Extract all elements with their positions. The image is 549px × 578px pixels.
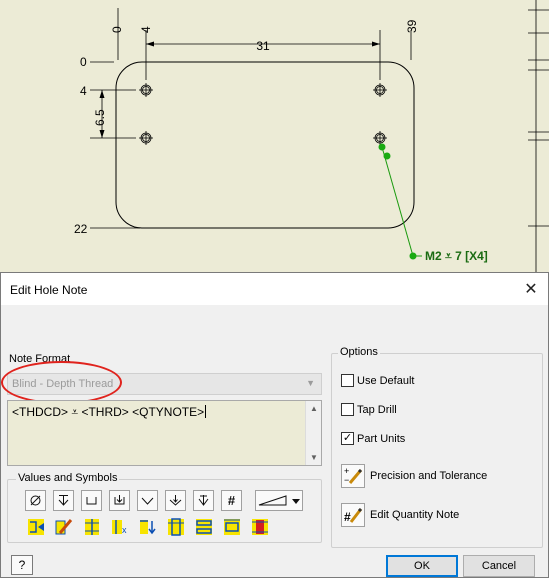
part-units-option[interactable]: ✓ Part Units: [341, 432, 405, 445]
dim-col-39: 39: [405, 19, 419, 33]
counterdrill-icon: [169, 495, 182, 506]
edit-quantity-note-icon: #: [344, 507, 363, 524]
values-symbols-group: Values and Symbols # x: [7, 472, 322, 543]
counterbore-symbol-button[interactable]: [81, 490, 102, 511]
help-button[interactable]: ?: [11, 555, 33, 575]
dim-vert-6-5: 6.5: [93, 109, 107, 126]
diameter-symbol-button[interactable]: [25, 490, 46, 511]
thread-value-icon: [28, 518, 44, 535]
spotface-value-icon: [224, 518, 240, 535]
spotface-symbol-button[interactable]: [109, 490, 130, 511]
quantity-value-button[interactable]: x: [109, 516, 131, 537]
options-group: Options Use Default Tap Drill ✓ Part Uni…: [331, 346, 543, 548]
dim-col-0: 0: [110, 26, 124, 33]
svg-text:#: #: [344, 510, 351, 524]
note-text-value: <THDCD> ⩡ <THRD> <QTYNOTE>: [12, 405, 205, 419]
scroll-down-icon[interactable]: ▼: [310, 453, 318, 462]
dim-row-22: 22: [74, 222, 88, 236]
use-default-label: Use Default: [357, 374, 415, 387]
tap-drill-option[interactable]: Tap Drill: [341, 403, 397, 416]
dialog-title: Edit Hole Note: [10, 283, 88, 297]
use-default-checkbox[interactable]: [341, 374, 354, 387]
thread-depth-symbol-button[interactable]: [193, 490, 214, 511]
hole-note-text: M2 ⩡ 7 [X4]: [425, 249, 488, 263]
leader-grip: [409, 252, 417, 260]
text-caret: [205, 405, 207, 418]
leader-grip: [383, 152, 391, 160]
side-view: [528, 0, 549, 272]
dim-31: 31: [256, 39, 270, 53]
dialog-titlebar[interactable]: Edit Hole Note ✕: [1, 273, 548, 305]
tolerance-value-icon: [252, 518, 268, 535]
thread-depth-icon: [198, 495, 209, 506]
tap-drill-checkbox[interactable]: [341, 403, 354, 416]
dim-col-4: 4: [139, 26, 153, 33]
note-format-label: Note Format: [9, 353, 71, 365]
drill-depth-value-icon: [140, 519, 156, 534]
depth-icon: [58, 495, 69, 506]
drill-depth-value-button[interactable]: [137, 516, 159, 537]
part-units-label: Part Units: [357, 432, 406, 445]
note-text-editor[interactable]: <THDCD> ⩡ <THRD> <QTYNOTE> ▲ ▼: [7, 400, 322, 466]
checkmark-icon: ✓: [342, 432, 353, 444]
counterbore-value-icon: [168, 517, 184, 536]
hole-depth-value-button[interactable]: [81, 516, 103, 537]
values-symbols-label: Values and Symbols: [16, 472, 120, 484]
edit-value-button[interactable]: [53, 516, 75, 537]
counterbore-icon: [86, 497, 97, 505]
close-button[interactable]: ✕: [520, 279, 542, 299]
help-icon: ?: [18, 558, 26, 572]
part-outline: [115, 61, 415, 229]
note-text-scrollbar[interactable]: ▲ ▼: [305, 401, 321, 465]
countersink-value-button[interactable]: [193, 516, 215, 537]
dim-row-0: 0: [80, 55, 87, 69]
scroll-up-icon[interactable]: ▲: [310, 404, 318, 413]
spotface-icon: [114, 495, 125, 505]
taper-icon: [258, 495, 300, 506]
ok-button[interactable]: OK: [386, 555, 458, 577]
quantity-value-icon: x: [112, 519, 127, 535]
tap-drill-label: Tap Drill: [357, 403, 397, 416]
counterdrill-symbol-button[interactable]: [165, 490, 186, 511]
edit-hole-note-dialog: Edit Hole Note ✕ Note Format Blind - Dep…: [0, 272, 549, 578]
precision-tolerance-icon: +−: [344, 466, 363, 485]
note-format-select[interactable]: Blind - Depth Thread ▼: [7, 373, 322, 395]
countersink-value-icon: [196, 518, 212, 535]
countersink-icon: [141, 497, 154, 505]
leader-grip: [378, 143, 386, 151]
spotface-value-button[interactable]: [221, 516, 243, 537]
close-icon: ✕: [524, 281, 538, 298]
dim-row-4: 4: [80, 84, 87, 98]
precision-tolerance-button[interactable]: + −: [341, 464, 365, 488]
number-symbol-button[interactable]: #: [221, 490, 242, 511]
taper-symbol-dropdown[interactable]: [255, 490, 303, 511]
chevron-down-icon: ▼: [306, 378, 315, 388]
svg-text:x: x: [122, 525, 127, 535]
options-label: Options: [338, 346, 380, 358]
svg-text:−: −: [344, 475, 349, 485]
edit-quantity-note-button[interactable]: #: [341, 503, 365, 527]
part-drawing: 31 0 4 39 0 4 22 6.5 M2 ⩡ 7 [X4]: [74, 0, 549, 272]
diameter-icon: [30, 495, 41, 506]
edit-quantity-note-label: Edit Quantity Note: [370, 509, 460, 521]
countersink-symbol-button[interactable]: [137, 490, 158, 511]
counterbore-value-button[interactable]: [165, 516, 187, 537]
drawing-canvas[interactable]: 31 0 4 39 0 4 22 6.5 M2 ⩡ 7 [X4]: [0, 0, 549, 272]
note-format-value: Blind - Depth Thread: [12, 378, 114, 390]
cancel-button[interactable]: Cancel: [463, 555, 535, 577]
depth-symbol-button[interactable]: [53, 490, 74, 511]
thread-value-button[interactable]: [25, 516, 47, 537]
chevron-down-icon: [292, 499, 300, 504]
pencil-value-icon: [55, 518, 73, 534]
hole-depth-value-icon: [85, 518, 99, 535]
part-units-checkbox[interactable]: ✓: [341, 432, 354, 445]
hash-icon: #: [227, 493, 236, 508]
precision-tolerance-label: Precision and Tolerance: [370, 470, 488, 482]
use-default-option[interactable]: Use Default: [341, 374, 414, 387]
tolerance-value-button[interactable]: [249, 516, 271, 537]
